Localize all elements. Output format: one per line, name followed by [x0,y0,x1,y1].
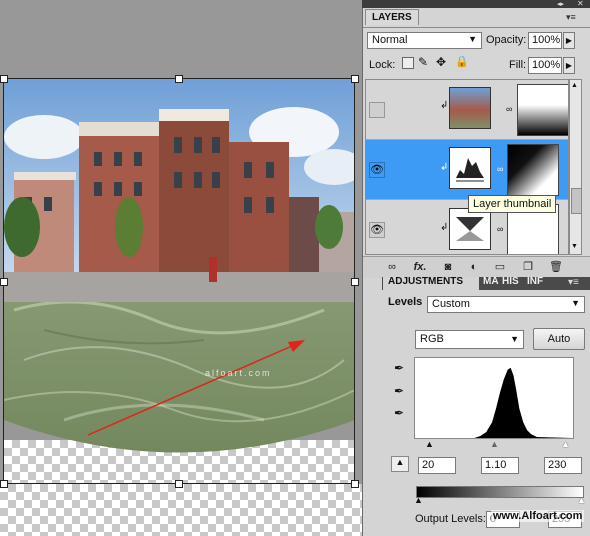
lock-transparent-pixels-icon[interactable] [402,57,414,69]
new-layer-icon[interactable]: ❐ [521,260,535,274]
curves-glyph-icon [456,217,484,241]
new-adjustment-layer-icon[interactable]: ◐ [467,260,481,274]
link-icon[interactable]: ∞ [497,164,503,174]
panel-menu-icon[interactable]: ▾≡ [566,12,578,22]
clip-arrow-icon: ↲ [440,162,449,173]
clip-arrow-icon: ↲ [440,100,449,111]
layer-row-levels[interactable]: 👁 ↲ ∞ [366,140,568,200]
gray-eyedropper-icon[interactable]: ✒ [392,384,406,400]
levels-histogram [414,357,574,439]
opacity-label: Opacity: [486,34,527,46]
layer-row-photo[interactable]: ↲ ∞ [366,80,568,140]
preset-value: Custom [432,298,470,310]
layers-footer: ∞ fx. ◙ ◐ ▭ ❐ 🗑 [363,256,590,278]
link-layers-icon[interactable]: ∞ [385,260,399,274]
lock-position-icon[interactable]: ✥ [436,55,446,69]
opacity-input[interactable]: 100% [528,32,562,49]
input-gamma-field[interactable]: 1.10 [481,457,519,474]
panel-collapse-icon[interactable]: ◂▸ [557,0,564,8]
transform-handle-bottom-right[interactable] [351,480,359,488]
output-levels-gradient [416,486,584,498]
layer-mask-thumbnail[interactable] [517,84,568,136]
black-point-slider[interactable]: ▲ [425,439,434,449]
layer-thumbnail-tooltip: Layer thumbnail [468,195,557,213]
link-icon[interactable]: ∞ [506,104,512,114]
scroll-up-icon[interactable]: ▲ [571,82,578,89]
transform-handle-top-right[interactable] [351,75,359,83]
levels-adjustment-icon[interactable] [449,147,491,189]
gamma-slider[interactable]: ▲ [490,439,499,449]
black-eyedropper-icon[interactable]: ✒ [392,361,406,377]
lock-label: Lock: [369,59,396,71]
new-group-icon[interactable]: ▭ [493,260,507,274]
input-black-field[interactable]: 20 [418,457,456,474]
fill-slider-button[interactable]: ▶ [563,57,575,74]
tab-histogram[interactable]: HIS [502,276,519,287]
link-icon[interactable]: ∞ [497,224,503,234]
auto-button[interactable]: Auto [533,328,585,350]
white-point-slider[interactable]: ▲ [561,439,570,449]
eye-icon[interactable]: 👁 [369,222,385,238]
site-watermark: www.Alfoart.com [491,510,585,522]
layers-tab[interactable]: LAYERS [365,9,419,25]
output-levels-label: Output Levels: [415,513,486,525]
levels-label: Levels [388,296,423,308]
transform-handle-top-left[interactable] [0,75,8,83]
lock-all-icon[interactable]: 🔒 [455,55,469,68]
input-white-field[interactable]: 230 [544,457,582,474]
tab-info[interactable]: INF [527,276,543,287]
opacity-slider-button[interactable]: ▶ [563,32,575,49]
transform-handle-top-center[interactable] [175,75,183,83]
blend-mode-select[interactable]: Normal ▼ [367,32,482,49]
layer-thumbnail[interactable] [449,87,491,129]
fill-input[interactable]: 100% [528,57,562,74]
transform-handle-bottom-center[interactable] [175,480,183,488]
fx-icon[interactable]: fx. [413,260,427,274]
tab-masks[interactable]: MA [483,276,499,287]
transform-handle-middle-right[interactable] [351,278,359,286]
chevron-down-icon: ▼ [468,34,477,44]
tab-adjustments[interactable]: ADJUSTMENTS [388,276,463,287]
panel-close-icon[interactable]: ✕ [577,0,584,8]
adjustment-layer-icon[interactable] [449,208,491,250]
scrollbar-thumb[interactable] [571,188,582,214]
visibility-toggle-off[interactable] [369,102,385,118]
output-white-slider[interactable]: ▲ [577,495,586,505]
fill-label: Fill: [509,59,527,71]
layer-list[interactable]: ↲ ∞ 👁 ↲ ∞ 👁 ↲ ∞ [365,79,569,255]
chevron-down-icon: ▼ [510,334,519,344]
add-mask-icon[interactable]: ◙ [441,260,455,274]
layers-panel-titlebar[interactable] [362,0,590,8]
channel-select[interactable]: RGB ▼ [415,330,524,349]
lock-image-pixels-icon[interactable]: ✎ [418,55,428,69]
transform-handle-middle-left[interactable] [0,278,8,286]
panel-menu-icon[interactable]: ▾≡ [568,277,579,288]
transform-handle-bottom-left[interactable] [0,480,8,488]
clipping-warning-icon[interactable]: ▲ [391,456,409,472]
eye-icon[interactable]: 👁 [369,162,385,178]
histogram-glyph-icon [456,158,484,182]
white-eyedropper-icon[interactable]: ✒ [392,406,406,422]
clip-arrow-icon: ↲ [440,222,449,233]
layer-mask-thumbnail[interactable] [507,144,559,196]
channel-value: RGB [420,333,444,345]
transform-bounding-box[interactable] [3,78,355,484]
output-black-slider[interactable]: ▲ [414,495,423,505]
scroll-down-icon[interactable]: ▼ [571,243,578,250]
blend-mode-value: Normal [372,34,408,46]
preset-select[interactable]: Custom ▼ [427,296,585,313]
trash-icon[interactable]: 🗑 [549,260,563,274]
layers-scrollbar[interactable]: ▲ ▼ [569,79,582,255]
chevron-down-icon: ▼ [571,298,580,308]
